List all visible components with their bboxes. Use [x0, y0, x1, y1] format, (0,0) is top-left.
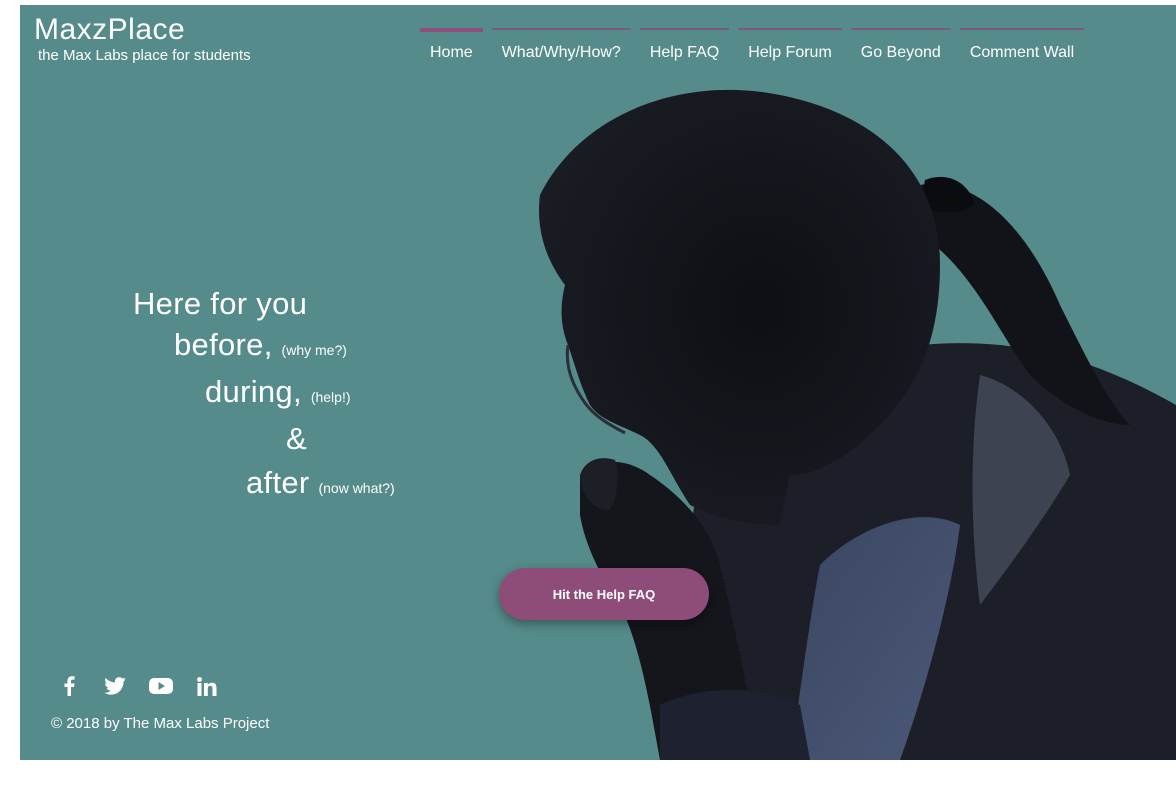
hero-line-5-note: (now what?) — [318, 480, 395, 496]
hero-line-2: before, (why me?) — [174, 327, 347, 368]
nav-item-help-faq[interactable]: Help FAQ — [639, 28, 730, 68]
nav-item-comment-wall[interactable]: Comment Wall — [959, 28, 1085, 68]
hero-canvas: MaxzPlace the Max Labs place for student… — [20, 5, 1176, 760]
twitter-icon[interactable] — [102, 675, 128, 697]
hero-line-3: during, (help!) — [205, 374, 351, 415]
facebook-icon[interactable] — [56, 675, 82, 697]
site-title[interactable]: MaxzPlace — [34, 13, 251, 47]
hero-line-5: after (now what?) — [246, 465, 395, 506]
main-nav: Home What/Why/How? Help FAQ Help Forum G… — [420, 28, 1085, 68]
hero-line-3-text: during, — [205, 374, 302, 409]
social-bar — [56, 675, 220, 697]
page: MaxzPlace the Max Labs place for student… — [0, 0, 1176, 787]
hero-line-2-text: before, — [174, 327, 273, 362]
brand: MaxzPlace the Max Labs place for student… — [34, 13, 251, 65]
nav-item-go-beyond[interactable]: Go Beyond — [850, 28, 951, 68]
youtube-icon[interactable] — [148, 675, 174, 697]
nav-item-home[interactable]: Home — [420, 28, 483, 68]
hero-line-3-note: (help!) — [310, 389, 351, 405]
nav-item-what-why-how[interactable]: What/Why/How? — [491, 28, 631, 68]
help-faq-button[interactable]: Hit the Help FAQ — [499, 568, 709, 620]
linkedin-icon[interactable] — [194, 675, 220, 697]
hero-line-2-note: (why me?) — [281, 342, 347, 358]
hero-line-1-text: Here for you — [133, 286, 308, 321]
hero-line-5-text: after — [246, 465, 310, 500]
hero-silhouette-image — [539, 89, 1176, 760]
copyright-text: © 2018 by The Max Labs Project — [51, 715, 270, 732]
site-subtitle: the Max Labs place for students — [38, 47, 251, 64]
hero-line-4: & — [286, 421, 307, 457]
hero-line-1: Here for you — [133, 286, 307, 322]
hero-line-4-text: & — [286, 421, 307, 456]
nav-item-help-forum[interactable]: Help Forum — [738, 28, 842, 68]
